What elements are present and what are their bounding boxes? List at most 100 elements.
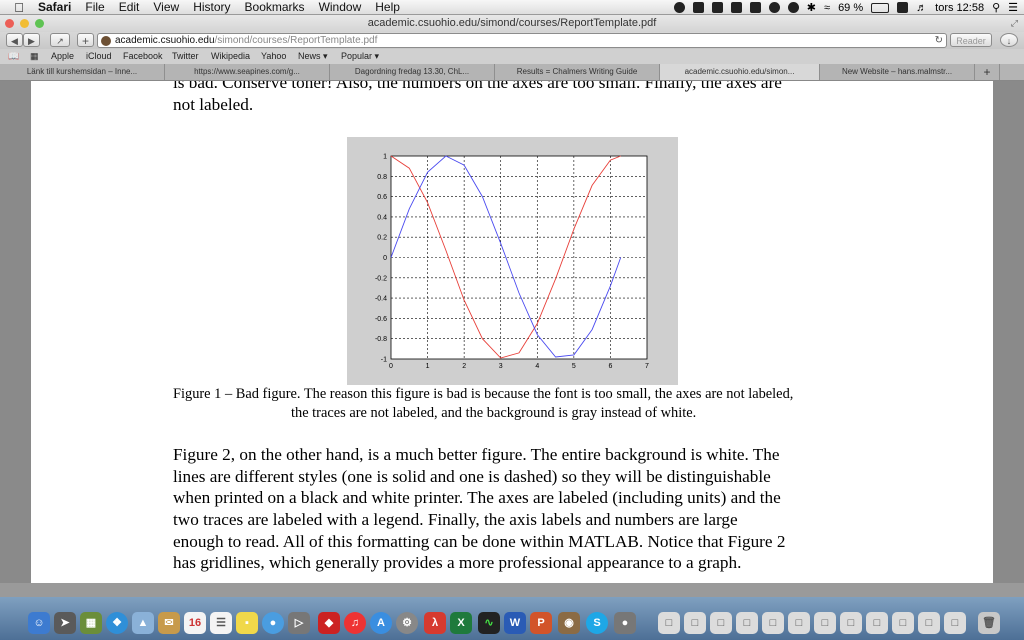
figure-caption-line1: Figure 1 – Bad figure. The reason this f… bbox=[173, 386, 794, 402]
bookmark-wikipedia[interactable]: Wikipedia bbox=[211, 49, 250, 64]
bookmark-icloud[interactable]: iCloud bbox=[86, 49, 112, 64]
volume-icon[interactable]: ♬ bbox=[916, 2, 927, 14]
menu-edit[interactable]: Edit bbox=[119, 0, 140, 14]
horizontal-scrollbar[interactable] bbox=[0, 583, 1024, 597]
tab-kurshemsidan[interactable]: Länk till kurshemsidan – Inne... bbox=[0, 64, 165, 80]
top-sites-icon[interactable]: ▦ bbox=[30, 49, 39, 64]
tab-bar: Länk till kurshemsidan – Inne... https:/… bbox=[0, 64, 1024, 81]
minimize-window-button[interactable] bbox=[20, 19, 29, 28]
menu-history[interactable]: History bbox=[193, 0, 230, 14]
battery-percent[interactable]: 69 % bbox=[838, 2, 863, 14]
messages-icon[interactable]: ● bbox=[262, 612, 284, 634]
menu-bookmarks[interactable]: Bookmarks bbox=[245, 0, 305, 14]
tab-report-template[interactable]: academic.csuohio.edu/simon... bbox=[660, 64, 820, 80]
pdf-page: is bad. Conserve toner! Also, the number… bbox=[31, 81, 993, 583]
minimized-window-icon[interactable]: □ bbox=[736, 612, 758, 634]
clock-icon[interactable] bbox=[787, 2, 799, 13]
new-tab-button[interactable]: + bbox=[77, 33, 94, 48]
app-icon[interactable]: ● bbox=[614, 612, 636, 634]
zoom-window-button[interactable] bbox=[35, 19, 44, 28]
display-icon[interactable] bbox=[897, 2, 909, 13]
add-tab-icon[interactable]: + bbox=[975, 64, 1000, 80]
apple-menu-icon[interactable]:  bbox=[10, 0, 28, 15]
minimized-window-icon[interactable]: □ bbox=[684, 612, 706, 634]
acrobat-icon[interactable]: λ bbox=[424, 612, 446, 634]
bookmark-facebook[interactable]: Facebook bbox=[123, 49, 163, 64]
photo-booth-icon[interactable]: ◆ bbox=[318, 612, 340, 634]
spotlight-icon[interactable]: ⚲ bbox=[992, 1, 1000, 14]
reload-icon[interactable]: ↻ bbox=[935, 34, 943, 47]
bluetooth-icon[interactable]: ✱ bbox=[807, 1, 816, 14]
calendar-icon[interactable]: 16 bbox=[184, 612, 206, 634]
menu-window[interactable]: Window bbox=[319, 0, 362, 14]
browser-toolbar: ◀ ▶ ↗ + academic.csuohio.edu/simond/cour… bbox=[0, 32, 1024, 49]
mission-control-icon[interactable]: ▦ bbox=[80, 612, 102, 634]
contacts-icon[interactable]: ✉ bbox=[158, 612, 180, 634]
minimized-window-icon[interactable]: □ bbox=[944, 612, 966, 634]
menu-help[interactable]: Help bbox=[375, 0, 400, 14]
finder-icon[interactable]: ☺ bbox=[28, 612, 50, 634]
clock-text[interactable]: tors 12:58 bbox=[935, 2, 984, 14]
bookmark-apple[interactable]: Apple bbox=[51, 49, 74, 64]
reading-list-icon[interactable]: 📖 bbox=[8, 49, 19, 64]
itunes-icon[interactable]: ♫ bbox=[344, 612, 366, 634]
system-preferences-icon[interactable]: ⚙ bbox=[396, 612, 418, 634]
upload-icon[interactable] bbox=[749, 2, 761, 13]
bookmark-popular[interactable]: Popular ▾ bbox=[341, 49, 379, 64]
wifi-icon[interactable]: ≈ bbox=[824, 2, 830, 14]
tab-dagordning[interactable]: Dagordning fredag 13.30, ChL... bbox=[330, 64, 495, 80]
paragraph-line: has gridlines, which generally provides … bbox=[173, 553, 742, 572]
share-button[interactable]: ↗ bbox=[50, 33, 70, 47]
document-icon[interactable]: □ bbox=[658, 612, 680, 634]
tab-writing-guide[interactable]: Results = Chalmers Writing Guide bbox=[495, 64, 660, 80]
tab-seapines[interactable]: https://www.seapines.com/g... bbox=[165, 64, 330, 80]
preview-icon[interactable]: ▲ bbox=[132, 612, 154, 634]
stickies-icon[interactable]: ▪ bbox=[236, 612, 258, 634]
tab-new-website[interactable]: New Website – hans.malmstr... bbox=[820, 64, 975, 80]
sync-icon[interactable] bbox=[768, 2, 780, 13]
status-app-icon[interactable] bbox=[673, 2, 685, 13]
bookmark-twitter[interactable]: Twitter bbox=[172, 49, 199, 64]
minimized-window-icon[interactable]: □ bbox=[710, 612, 732, 634]
forward-button[interactable]: ▶ bbox=[23, 33, 40, 47]
shield-icon[interactable] bbox=[730, 2, 742, 13]
minimized-window-icon[interactable]: □ bbox=[866, 612, 888, 634]
launchpad-icon[interactable]: ➤ bbox=[54, 612, 76, 634]
dropbox-icon[interactable] bbox=[692, 2, 704, 13]
downloads-button[interactable]: ↓ bbox=[1000, 33, 1018, 47]
mail-icon[interactable] bbox=[711, 2, 723, 13]
address-bar[interactable]: academic.csuohio.edu/simond/courses/Repo… bbox=[97, 33, 947, 48]
minimized-window-icon[interactable]: □ bbox=[840, 612, 862, 634]
y-tick-label: 0.2 bbox=[377, 235, 387, 242]
x-tick-label: 7 bbox=[645, 363, 649, 370]
facetime-icon[interactable]: ▷ bbox=[288, 612, 310, 634]
minimized-window-icon[interactable]: □ bbox=[814, 612, 836, 634]
close-window-button[interactable] bbox=[5, 19, 14, 28]
word-icon[interactable]: W bbox=[504, 612, 526, 634]
excel-icon[interactable]: X bbox=[450, 612, 472, 634]
battery-icon[interactable] bbox=[871, 2, 890, 13]
bookmark-yahoo[interactable]: Yahoo bbox=[261, 49, 286, 64]
menu-view[interactable]: View bbox=[153, 0, 179, 14]
minimized-window-icon[interactable]: □ bbox=[892, 612, 914, 634]
menu-app-name[interactable]: Safari bbox=[38, 0, 71, 14]
notes-icon[interactable]: ☰ bbox=[210, 612, 232, 634]
app-icon[interactable]: ◉ bbox=[558, 612, 580, 634]
y-tick-label: -0.8 bbox=[375, 336, 387, 343]
minimized-window-icon[interactable]: □ bbox=[762, 612, 784, 634]
skype-icon[interactable]: S bbox=[586, 612, 608, 634]
safari-icon[interactable]: ❖ bbox=[106, 612, 128, 634]
notification-center-icon[interactable]: ☰ bbox=[1008, 1, 1018, 14]
bookmark-news[interactable]: News ▾ bbox=[298, 49, 328, 64]
powerpoint-icon[interactable]: P bbox=[530, 612, 552, 634]
app-store-icon[interactable]: A bbox=[370, 612, 392, 634]
minimized-window-icon[interactable]: □ bbox=[918, 612, 940, 634]
activity-monitor-icon[interactable]: ∿ bbox=[478, 612, 500, 634]
y-tick-label: -0.2 bbox=[375, 275, 387, 282]
reader-button[interactable]: Reader bbox=[950, 33, 992, 47]
back-button[interactable]: ◀ bbox=[6, 33, 23, 47]
trash-icon[interactable]: 🗑 bbox=[978, 612, 1000, 634]
menu-file[interactable]: File bbox=[85, 0, 104, 14]
minimized-window-icon[interactable]: □ bbox=[788, 612, 810, 634]
fullscreen-icon[interactable]: ⤢ bbox=[1011, 15, 1018, 32]
